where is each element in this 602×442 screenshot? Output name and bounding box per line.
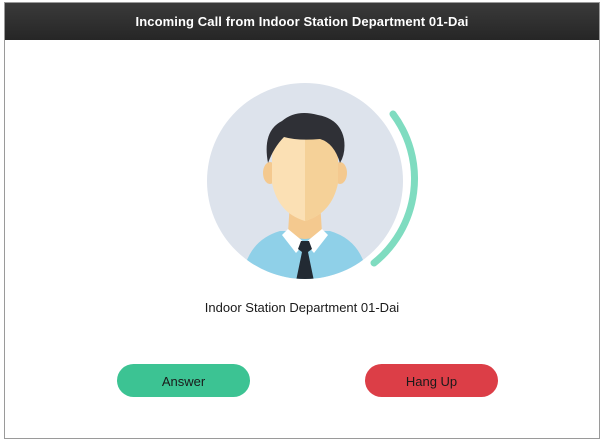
caller-avatar (202, 81, 422, 281)
answer-button[interactable]: Answer (117, 364, 250, 397)
incoming-call-dialog: Incoming Call from Indoor Station Depart… (4, 2, 600, 439)
dialog-title: Incoming Call from Indoor Station Depart… (5, 3, 599, 40)
person-avatar-icon (207, 83, 418, 279)
hang-up-button[interactable]: Hang Up (365, 364, 498, 397)
caller-name-label: Indoor Station Department 01-Dai (204, 300, 400, 315)
